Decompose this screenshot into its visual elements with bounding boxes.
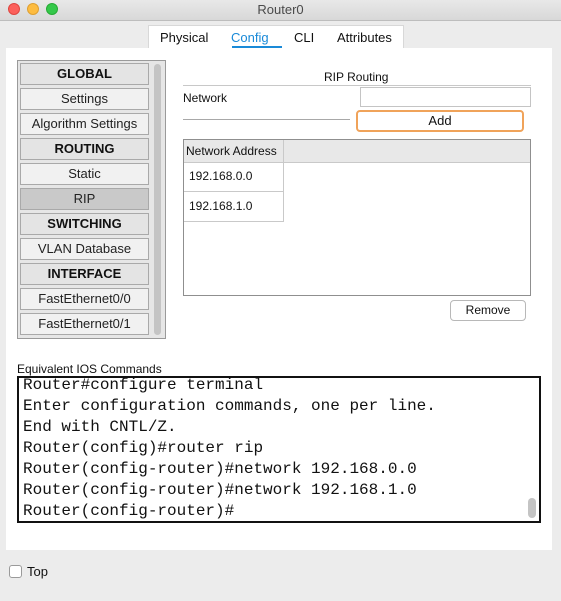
top-checkbox[interactable]	[9, 565, 22, 578]
network-separator	[183, 119, 350, 120]
config-sidebar: GLOBAL Settings Algorithm Settings ROUTI…	[17, 60, 166, 339]
console-line: Router(config-router)#	[23, 502, 235, 520]
top-checkbox-label: Top	[27, 564, 48, 579]
tab-config[interactable]: Config	[231, 30, 269, 45]
network-list-header: Network Address	[184, 140, 530, 163]
network-address-list: Network Address 192.168.0.0 192.168.1.0	[183, 139, 531, 296]
console-line: Router(config-router)#network 192.168.0.…	[23, 460, 417, 478]
sidebar-item-settings[interactable]: Settings	[20, 88, 149, 110]
tab-physical[interactable]: Physical	[160, 30, 208, 45]
network-list-row[interactable]: 192.168.0.0	[184, 162, 284, 192]
sidebar-item-rip[interactable]: RIP	[20, 188, 149, 210]
sidebar-header-switching: SWITCHING	[20, 213, 149, 235]
ios-commands-label: Equivalent IOS Commands	[17, 362, 162, 376]
console-line: Router#configure terminal	[23, 376, 264, 394]
network-label: Network	[183, 91, 228, 105]
console-line: Router(config-router)#network 192.168.1.…	[23, 481, 417, 499]
network-list-row[interactable]: 192.168.1.0	[184, 192, 284, 222]
add-network-button[interactable]: Add	[356, 110, 524, 132]
rip-routing-title: RIP Routing	[324, 70, 389, 84]
tab-bar: Physical Config CLI Attributes	[148, 25, 404, 49]
tab-attributes[interactable]: Attributes	[337, 30, 392, 45]
console-line: Enter configuration commands, one per li…	[23, 397, 436, 415]
title-bar: Router0	[0, 0, 561, 21]
sidebar-item-static[interactable]: Static	[20, 163, 149, 185]
ios-commands-console[interactable]: Router#configure terminal Enter configur…	[17, 376, 541, 523]
network-input[interactable]	[360, 87, 531, 107]
rip-title-divider	[183, 85, 531, 86]
tab-cli[interactable]: CLI	[294, 30, 314, 45]
console-line: Router(config)#router rip	[23, 439, 264, 457]
sidebar-item-fastethernet0-0[interactable]: FastEthernet0/0	[20, 288, 149, 310]
window-title: Router0	[257, 2, 304, 17]
sidebar-header-global: GLOBAL	[20, 63, 149, 85]
console-scrollbar[interactable]	[528, 498, 536, 518]
sidebar-header-interface: INTERFACE	[20, 263, 149, 285]
sidebar-header-routing: ROUTING	[20, 138, 149, 160]
sidebar-item-algorithm-settings[interactable]: Algorithm Settings	[20, 113, 149, 135]
sidebar-scrollbar[interactable]	[154, 64, 161, 335]
sidebar-item-vlan-database[interactable]: VLAN Database	[20, 238, 149, 260]
remove-network-button[interactable]: Remove	[450, 300, 526, 321]
network-address-column-header[interactable]: Network Address	[184, 140, 284, 162]
sidebar-item-fastethernet0-1[interactable]: FastEthernet0/1	[20, 313, 149, 335]
console-line: End with CNTL/Z.	[23, 418, 177, 436]
